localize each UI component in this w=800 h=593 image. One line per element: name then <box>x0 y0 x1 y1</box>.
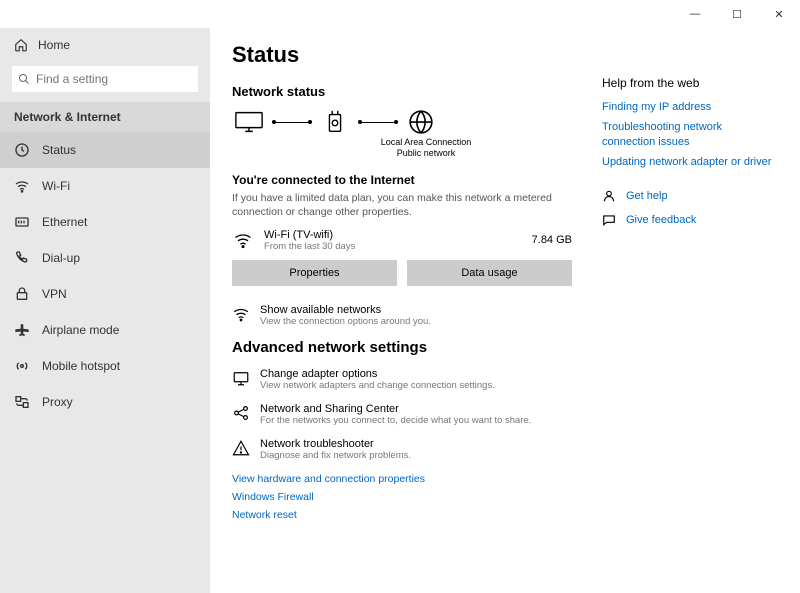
connected-desc: If you have a limited data plan, you can… <box>232 191 572 219</box>
page-title: Status <box>232 42 572 68</box>
wifi-signal-icon <box>232 229 254 251</box>
titlebar: — ☐ ✕ <box>0 0 800 28</box>
adapter-options-item[interactable]: Change adapter options View network adap… <box>232 368 572 391</box>
data-usage-button[interactable]: Data usage <box>407 260 572 286</box>
sidebar-item-label: Airplane mode <box>42 323 119 337</box>
sidebar-item-hotspot[interactable]: Mobile hotspot <box>0 348 210 384</box>
sharing-icon <box>232 404 250 422</box>
link-hardware-properties[interactable]: View hardware and connection properties <box>232 473 572 485</box>
help-link-driver[interactable]: Updating network adapter or driver <box>602 155 778 169</box>
sidebar-section-title: Network & Internet <box>0 102 210 132</box>
sidebar-item-label: VPN <box>42 287 67 301</box>
sidebar-item-status[interactable]: Status <box>0 132 210 168</box>
sharing-center-item[interactable]: Network and Sharing Center For the netwo… <box>232 403 572 426</box>
sidebar-item-label: Dial-up <box>42 251 80 265</box>
home-icon <box>14 38 28 52</box>
sidebar-item-ethernet[interactable]: Ethernet <box>0 204 210 240</box>
advanced-heading: Advanced network settings <box>232 339 572 356</box>
help-link-ip[interactable]: Finding my IP address <box>602 100 778 114</box>
help-heading: Help from the web <box>602 76 778 90</box>
show-networks-item[interactable]: Show available networks View the connect… <box>232 304 572 327</box>
connection-usage: 7.84 GB <box>532 234 572 246</box>
proxy-icon <box>14 394 30 410</box>
connection-sub: From the last 30 days <box>264 241 355 252</box>
link-firewall[interactable]: Windows Firewall <box>232 491 572 503</box>
sidebar: Home Network & Internet Status <box>0 28 210 593</box>
minimize-button[interactable]: — <box>674 0 716 28</box>
hotspot-icon <box>14 358 30 374</box>
help-icon <box>602 189 616 203</box>
show-networks-sub: View the connection options around you. <box>260 316 431 327</box>
sidebar-item-label: Status <box>42 143 76 157</box>
help-pane: Help from the web Finding my IP address … <box>602 42 778 579</box>
airplane-icon <box>14 322 30 338</box>
main-content: Status Network status Local <box>232 42 572 579</box>
network-diagram <box>232 109 572 135</box>
sidebar-item-label: Proxy <box>42 395 73 409</box>
properties-button[interactable]: Properties <box>232 260 397 286</box>
feedback-icon <box>602 213 616 227</box>
router-icon <box>318 109 352 135</box>
get-help-link[interactable]: Get help <box>602 189 778 203</box>
ethernet-icon <box>14 214 30 230</box>
troubleshooter-item[interactable]: Network troubleshooter Diagnose and fix … <box>232 438 572 461</box>
status-icon <box>14 142 30 158</box>
pc-icon <box>232 109 266 135</box>
feedback-link[interactable]: Give feedback <box>602 213 778 227</box>
connected-heading: You're connected to the Internet <box>232 173 572 187</box>
sidebar-item-vpn[interactable]: VPN <box>0 276 210 312</box>
sidebar-item-proxy[interactable]: Proxy <box>0 384 210 420</box>
connection-name: Wi-Fi (TV-wifi) <box>264 229 355 241</box>
home-nav[interactable]: Home <box>0 28 210 62</box>
search-icon <box>18 73 30 85</box>
dialup-icon <box>14 250 30 266</box>
show-networks-title: Show available networks <box>260 304 431 316</box>
sidebar-item-label: Wi-Fi <box>42 179 70 193</box>
sidebar-item-airplane[interactable]: Airplane mode <box>0 312 210 348</box>
connection-row: Wi-Fi (TV-wifi) From the last 30 days 7.… <box>232 229 572 252</box>
globe-icon <box>404 109 438 135</box>
link-network-reset[interactable]: Network reset <box>232 509 572 521</box>
diagram-caption: Local Area Connection Public network <box>280 137 572 159</box>
vpn-icon <box>14 286 30 302</box>
sidebar-item-label: Mobile hotspot <box>42 359 120 373</box>
show-networks-icon <box>232 305 250 323</box>
adapter-icon <box>232 369 250 387</box>
troubleshoot-icon <box>232 439 250 457</box>
home-label: Home <box>38 38 70 52</box>
help-link-troubleshoot[interactable]: Troubleshooting network connection issue… <box>602 120 778 149</box>
sidebar-item-label: Ethernet <box>42 215 87 229</box>
wifi-icon <box>14 178 30 194</box>
search-input[interactable] <box>12 66 198 92</box>
sidebar-item-dialup[interactable]: Dial-up <box>0 240 210 276</box>
network-status-heading: Network status <box>232 84 572 99</box>
close-button[interactable]: ✕ <box>758 0 800 28</box>
sidebar-item-wifi[interactable]: Wi-Fi <box>0 168 210 204</box>
maximize-button[interactable]: ☐ <box>716 0 758 28</box>
